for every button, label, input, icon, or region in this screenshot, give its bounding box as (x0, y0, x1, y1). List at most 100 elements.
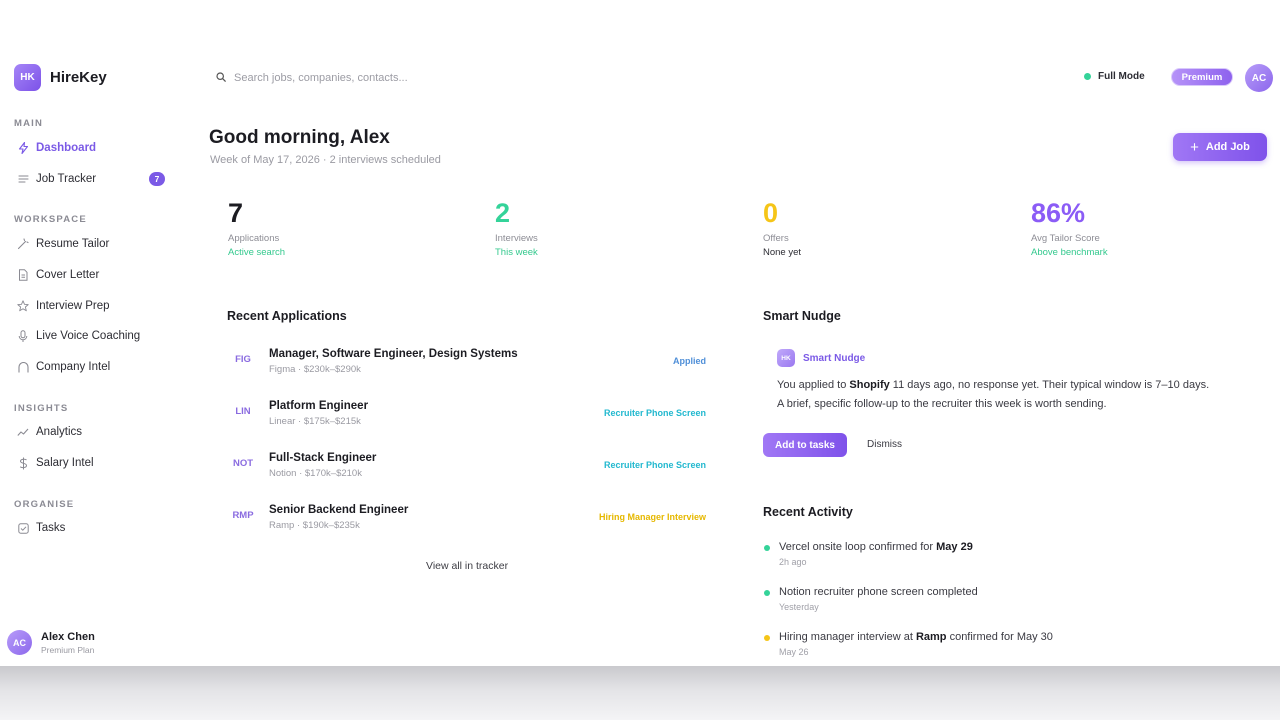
mode-toggle[interactable]: Full Mode (1084, 71, 1145, 82)
nudge-message: You applied to Shopify 11 days ago, no r… (777, 376, 1217, 414)
application-row[interactable]: LIN Platform Engineer Linear · $175k–$21… (228, 400, 708, 440)
application-row[interactable]: RMP Senior Backend Engineer Ramp · $190k… (228, 504, 708, 544)
stat-value: 86% (1031, 198, 1086, 228)
dismiss-button[interactable]: Dismiss (867, 439, 902, 450)
company-code: RMP (232, 510, 254, 521)
user-plan: Premium Plan (41, 644, 95, 655)
trend-icon (16, 425, 30, 439)
sidebar-item-dashboard[interactable]: Dashboard (16, 137, 176, 159)
add-job-label: Add Job (1205, 141, 1250, 153)
activity-time: May 26 (779, 647, 809, 657)
stat-value: 7 (228, 198, 244, 228)
sidebar-item-cover-letter[interactable]: Cover Letter (16, 264, 176, 286)
section-label-main: MAIN (14, 118, 44, 129)
add-to-tasks-button[interactable]: Add to tasks (763, 433, 847, 457)
activity-text: Notion recruiter phone screen completed (779, 586, 978, 598)
wand-icon (16, 237, 30, 251)
sidebar-item-live-voice-coaching[interactable]: Live Voice Coaching (16, 325, 176, 347)
sidebar-item-salary-intel[interactable]: Salary Intel (16, 452, 176, 474)
section-label-insights: INSIGHTS (14, 403, 69, 414)
smart-nudge-title: Smart Nudge (763, 309, 841, 323)
stat-note: None yet (763, 247, 802, 258)
document-icon (16, 268, 30, 282)
dollar-icon (16, 456, 30, 470)
microphone-icon (16, 329, 30, 343)
stat-applications: 7 Applications Active search (228, 197, 285, 258)
job-meta: Figma · $230k–$290k (269, 364, 361, 375)
job-meta: Ramp · $190k–$235k (269, 520, 360, 531)
plus-icon: + (1190, 138, 1199, 156)
search-input[interactable] (234, 72, 494, 84)
sidebar-item-interview-prep[interactable]: Interview Prep (16, 295, 176, 317)
job-title: Manager, Software Engineer, Design Syste… (269, 348, 518, 360)
job-title: Full-Stack Engineer (269, 452, 377, 464)
mode-label: Full Mode (1098, 71, 1145, 82)
section-label-organise: ORGANISE (14, 499, 75, 510)
sidebar-item-label: Cover Letter (36, 269, 100, 281)
recent-activity-title: Recent Activity (763, 505, 853, 519)
sidebar-item-label: Interview Prep (36, 300, 110, 312)
page-title: Good morning, Alex (209, 127, 390, 148)
section-label-workspace: WORKSPACE (14, 214, 87, 225)
mode-status-dot (1084, 73, 1091, 80)
checkbox-icon (16, 521, 30, 535)
sidebar-item-label: Resume Tailor (36, 238, 110, 250)
sidebar-item-label: Job Tracker (36, 173, 97, 185)
page-subtitle: Week of May 17, 2026 · 2 interviews sche… (210, 154, 441, 166)
company-code: NOT (232, 458, 254, 469)
stat-offers: 0 Offers None yet (763, 197, 801, 258)
activity-text: Hiring manager interview at Ramp confirm… (779, 631, 1053, 643)
stat-label: Interviews (495, 233, 538, 244)
activity-text: Vercel onsite loop confirmed for May 29 (779, 541, 973, 553)
top-backdrop (0, 0, 1280, 54)
company-code: LIN (235, 406, 251, 417)
sidebar: HK HireKey MAIN Dashboard Job Tracker 7 … (0, 54, 190, 666)
bolt-icon (16, 141, 30, 155)
sidebar-item-label: Company Intel (36, 361, 111, 373)
nudge-company: Shopify (849, 379, 890, 391)
view-all-link[interactable]: View all in tracker (426, 560, 508, 572)
status-badge: Hiring Manager Interview (598, 512, 706, 522)
avatar: AC (7, 630, 32, 655)
stat-interviews: 2 Interviews This week (495, 197, 538, 258)
stat-value: 2 (495, 198, 511, 228)
recent-applications-title: Recent Applications (227, 309, 347, 323)
sidebar-item-company-intel[interactable]: Company Intel (16, 356, 176, 378)
stat-note: Active search (228, 247, 286, 258)
sidebar-item-analytics[interactable]: Analytics (16, 421, 176, 443)
status-badge: Recruiter Phone Screen (603, 460, 706, 470)
sidebar-item-tasks[interactable]: Tasks (16, 517, 176, 539)
sidebar-item-label: Analytics (36, 426, 83, 438)
brand[interactable]: HK HireKey (14, 64, 107, 91)
sidebar-item-resume-tailor[interactable]: Resume Tailor (16, 233, 176, 255)
user-name: Alex Chen (41, 630, 95, 643)
job-tracker-count-badge: 7 (149, 172, 165, 186)
job-meta: Notion · $170k–$210k (269, 468, 362, 479)
sidebar-item-job-tracker[interactable]: Job Tracker 7 (16, 168, 176, 190)
stat-avg-tailor-score: 86% Avg Tailor Score Above benchmark (1031, 197, 1108, 258)
app-window: HK HireKey MAIN Dashboard Job Tracker 7 … (0, 54, 1280, 666)
job-title: Platform Engineer (269, 400, 369, 412)
application-row[interactable]: FIG Manager, Software Engineer, Design S… (228, 348, 708, 388)
job-meta: Linear · $175k–$215k (269, 416, 361, 427)
application-row[interactable]: NOT Full-Stack Engineer Notion · $170k–$… (228, 452, 708, 492)
user-profile[interactable]: AC Alex Chen Premium Plan (7, 630, 95, 655)
stat-label: Applications (228, 233, 280, 244)
sidebar-item-label: Dashboard (36, 142, 97, 154)
bottom-shadow-backdrop (0, 666, 1280, 720)
company-code: FIG (235, 354, 251, 365)
building-icon (16, 360, 30, 374)
brand-name: HireKey (50, 69, 107, 86)
activity-dot (764, 545, 770, 551)
activity-time: Yesterday (779, 602, 819, 612)
brand-logo: HK (14, 64, 41, 91)
stat-note: This week (495, 247, 538, 258)
header-avatar[interactable]: AC (1245, 64, 1273, 92)
add-job-button[interactable]: + Add Job (1173, 133, 1267, 161)
search-bar (216, 69, 494, 87)
star-icon (16, 299, 30, 313)
status-badge: Applied (673, 356, 706, 366)
premium-badge[interactable]: Premium (1171, 68, 1233, 86)
activity-time: 2h ago (779, 557, 807, 567)
activity-dot (764, 590, 770, 596)
